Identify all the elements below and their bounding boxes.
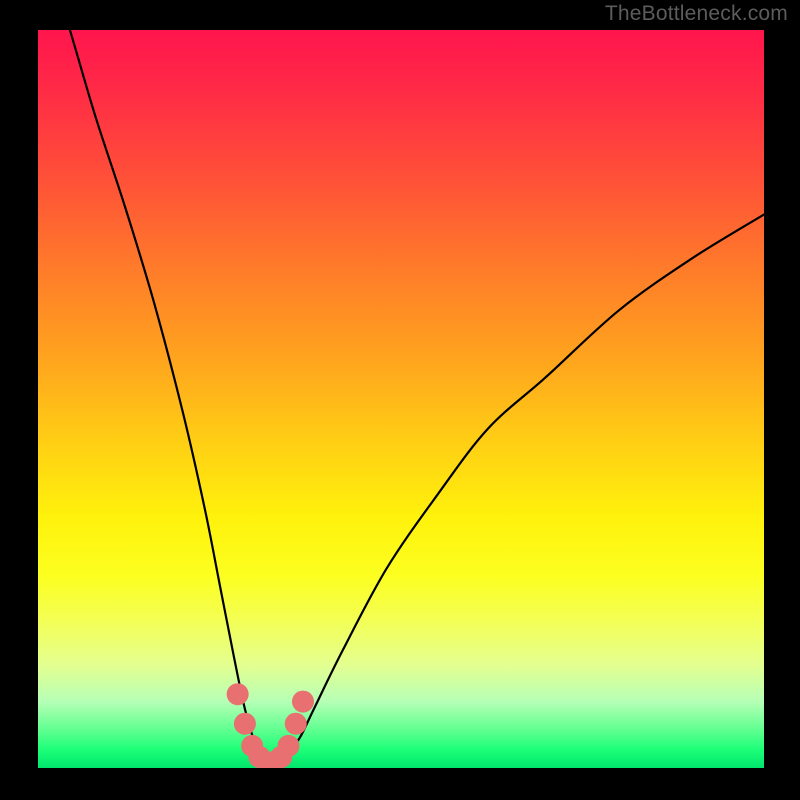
- chart-frame: TheBottleneck.com: [0, 0, 800, 800]
- curve-marker: [234, 713, 256, 735]
- curve-marker: [285, 713, 307, 735]
- curve-marker: [227, 683, 249, 705]
- bottleneck-curve: [38, 30, 764, 768]
- bottleneck-curve-svg: [38, 30, 764, 768]
- curve-marker: [292, 691, 314, 713]
- plot-area: [38, 30, 764, 768]
- watermark-text: TheBottleneck.com: [605, 2, 788, 26]
- curve-marker: [277, 735, 299, 757]
- marker-cluster: [227, 683, 314, 768]
